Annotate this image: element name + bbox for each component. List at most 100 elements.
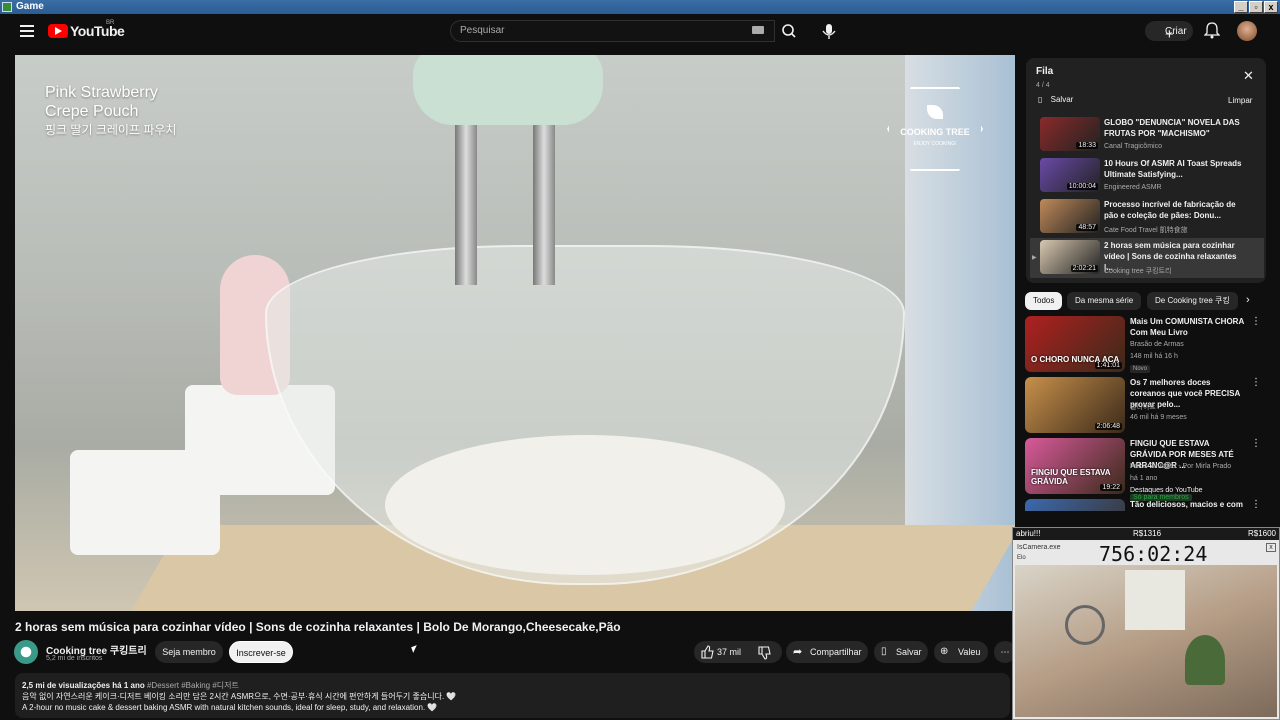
fan-shape [1065, 605, 1105, 645]
recommendation-title[interactable]: Mais Um COMUNISTA CHORA Com Meu Livro [1130, 316, 1248, 338]
play-indicator-icon: ▶ [1032, 255, 1037, 261]
more-options-icon[interactable]: ⋮ [1251, 377, 1261, 388]
thumbs-down-icon [758, 646, 771, 660]
queue-thumbnail[interactable]: 2:02:21 [1040, 240, 1100, 274]
queue-item[interactable]: ▶ 2:02:21 2 horas sem música para cozinhar… [1030, 238, 1264, 278]
avatar[interactable] [1237, 21, 1257, 41]
overlay-title-kr: 핑크 딸기 크레이프 파우치 [45, 123, 177, 137]
recommendation-channel[interactable]: Brasão de Armas [1130, 341, 1184, 348]
video-title: 2 horas sem música para cozinhar vídeo |… [15, 620, 621, 634]
search-icon [782, 24, 796, 38]
more-options-icon[interactable]: ⋮ [1251, 316, 1261, 327]
queue-clear-button[interactable]: Limpar [1228, 96, 1252, 105]
recommendation-thumbnail[interactable]: O CHORO NUNCA ACA 1:41:01 [1025, 316, 1125, 372]
description-line2: A 2-hour no music cake & dessert baking … [22, 703, 438, 712]
bookmark-icon: ▯ [881, 646, 887, 657]
queue-item-title[interactable]: Processo incrível de fabricação de pão e… [1104, 199, 1244, 221]
close-window-button[interactable]: x [1264, 1, 1278, 13]
recommendation-item[interactable]: FINGIU QUE ESTAVA GRÁVIDA 19:22 FINGIU QUE… [1025, 438, 1265, 500]
menu-icon[interactable] [20, 25, 34, 37]
queue-title: Fila [1036, 66, 1054, 77]
yt-header: YouTube BR Pesquisar + Criar [0, 14, 1280, 50]
queue-item[interactable]: 48:57 Processo incrível de fabricação de … [1030, 197, 1264, 237]
queue-save-label: Salvar [1050, 95, 1074, 104]
join-button[interactable]: Seja membro [155, 641, 223, 663]
recommendation-channel[interactable]: Fatos Sinistros - Por Mirla Prado [1130, 463, 1231, 470]
maximize-button[interactable]: ▫ [1249, 1, 1263, 13]
recommendation-item[interactable]: Tão deliciosos, macios e com ⋮ [1025, 499, 1265, 511]
recommendation-item[interactable]: O CHORO NUNCA ACA 1:41:01 Mais Um COMUNIST… [1025, 316, 1265, 378]
webcam-feed [1015, 565, 1277, 717]
queue-item-title[interactable]: GLOBO "DENUNCIA" NOVELA DAS FRUTAS POR "… [1104, 117, 1244, 139]
mic-button[interactable] [817, 20, 841, 42]
description-line1: 음악 없이 자연스러운 케이크·디저트 베이킹 소리만 담은 2시간 ASMR으… [22, 692, 457, 701]
queue-item-channel[interactable]: Canal Tragicômico [1104, 143, 1162, 150]
filter-chip[interactable]: Todos [1025, 292, 1063, 310]
recommendation-title[interactable]: Tão deliciosos, macios e com [1130, 499, 1248, 510]
video-player[interactable]: Pink Strawberry Crepe Pouch 핑크 딸기 크레이프 파… [15, 55, 1015, 611]
share-button[interactable]: ➦ Compartilhar [786, 641, 868, 663]
thanks-button[interactable]: ⊕ Valeu [934, 641, 988, 663]
overlay-bar-left: abriu!!! [1016, 529, 1041, 538]
recommendation-duration: 1:41:01 [1094, 362, 1122, 369]
logo-text[interactable]: YouTube [70, 23, 125, 39]
dislike-button[interactable] [757, 646, 771, 665]
filter-chip[interactable]: De Cooking tree 쿠킹 [1147, 292, 1238, 310]
video-frame-mixer [413, 55, 603, 125]
overlay-window: abriu!!! R$1316 R$1600 IsCamera.exe Elo … [1012, 527, 1280, 720]
views-date: 2,5 mi de visualizações há 1 ano #Desser… [22, 680, 239, 691]
queue-item-title[interactable]: 10 Hours Of ASMR AI Toast Spreads Ultima… [1104, 158, 1244, 180]
filter-chip[interactable]: Da mesma série [1067, 292, 1142, 310]
video-frame-beater [455, 125, 477, 285]
recommendation-duration: 19:22 [1100, 484, 1122, 491]
plant-shape [1185, 635, 1225, 685]
overlay-close-icon[interactable]: x [1266, 543, 1276, 552]
subscribe-button[interactable]: Inscrever-se [229, 641, 293, 663]
notifications-button[interactable] [1203, 21, 1221, 39]
overlay-bar: abriu!!! R$1316 R$1600 [1013, 528, 1279, 540]
channel-avatar[interactable] [14, 640, 38, 664]
overlay-app-sub: Elo [1017, 555, 1026, 561]
share-label: Compartilhar [810, 647, 862, 657]
window-shape [1125, 570, 1185, 630]
video-frame-beater [533, 125, 555, 285]
save-button[interactable]: ▯ Salvar [874, 641, 928, 663]
queue-save-button[interactable]: ▯ Salvar [1038, 95, 1073, 104]
bell-icon [1203, 22, 1221, 39]
queue-item-channel[interactable]: Engineered ASMR [1104, 184, 1162, 191]
queue-item[interactable]: 10:00:04 10 Hours Of ASMR AI Toast Spread… [1030, 156, 1264, 196]
view-count: 2,5 mi de visualizações há 1 ano [22, 681, 145, 690]
recommendation-thumbnail[interactable] [1025, 499, 1125, 511]
recommendation-channel[interactable]: 빌라이트 [1130, 402, 1156, 412]
minimize-button[interactable]: _ [1234, 1, 1248, 13]
window-titlebar: Game _ ▫ x [0, 0, 1280, 14]
more-options-icon[interactable]: ⋮ [1251, 499, 1261, 510]
mouse-cursor [411, 645, 419, 653]
recommendation-thumbnail[interactable]: 2:06:48 [1025, 377, 1125, 433]
overlay-title-line1: Pink Strawberry [45, 84, 158, 101]
queue-thumbnail[interactable]: 48:57 [1040, 199, 1100, 233]
youtube-logo-icon[interactable] [48, 24, 68, 38]
like-count: 37 mil [717, 647, 742, 657]
leaf-icon [927, 105, 943, 119]
queue-thumbnail[interactable]: 18:33 [1040, 117, 1100, 151]
queue-item-channel[interactable]: Cate Food Travel 凱特食旅 [1104, 225, 1188, 235]
recommendation-badge: Novo [1130, 365, 1151, 373]
create-button[interactable]: + Criar [1145, 21, 1193, 43]
close-icon[interactable]: ✕ [1243, 68, 1254, 84]
bookmark-icon: ▯ [1038, 95, 1043, 104]
like-button[interactable] [700, 645, 714, 664]
hashtags[interactable]: #Dessert #Baking #디저트 [147, 681, 239, 690]
queue-item-channel[interactable]: Cooking tree 쿠킹트리 [1104, 266, 1171, 276]
queue-item-duration: 18:33 [1076, 142, 1098, 149]
window-title: Game [16, 1, 44, 12]
recommendation-thumbnail[interactable]: FINGIU QUE ESTAVA GRÁVIDA 19:22 [1025, 438, 1125, 494]
search-button[interactable] [775, 20, 805, 42]
chevron-right-icon[interactable]: › [1246, 294, 1250, 306]
keyboard-icon[interactable] [752, 26, 764, 34]
recommendation-item[interactable]: 2:06:48 Os 7 melhores doces coreanos que … [1025, 377, 1265, 439]
queue-item[interactable]: 18:33 GLOBO "DENUNCIA" NOVELA DAS FRUTAS … [1030, 115, 1264, 155]
more-options-icon[interactable]: ⋮ [1251, 438, 1261, 449]
queue-thumbnail[interactable]: 10:00:04 [1040, 158, 1100, 192]
recommendation-duration: 2:06:48 [1094, 423, 1122, 430]
